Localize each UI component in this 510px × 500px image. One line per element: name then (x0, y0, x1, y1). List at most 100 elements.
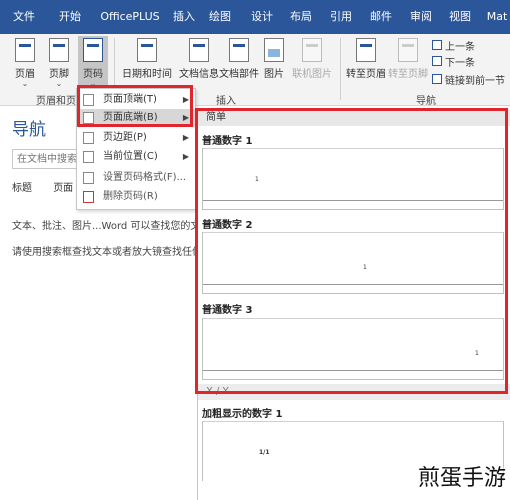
next-label: 下一条 (445, 57, 475, 69)
group-label-navigation: 导航 (416, 96, 436, 107)
tab-layout[interactable]: 布局 (284, 0, 318, 34)
nav-help-text-2: 请使用搜索框查找文本或者放大镜查找任何 (12, 247, 202, 258)
tab-design[interactable]: 设计 (246, 0, 278, 34)
page-bottom-edge (203, 284, 503, 285)
picture-button[interactable]: 图片 (262, 36, 286, 88)
menu-item-label: 页面顶端(T) (103, 94, 157, 105)
page-top-edge (203, 148, 503, 149)
header-icon (15, 38, 35, 62)
menu-item-page-margins[interactable]: 页边距(P) ▶ (77, 129, 195, 147)
nav-tab-headings[interactable]: 标题 (12, 183, 32, 194)
link-to-previous-button[interactable]: 链接到前一节 (432, 72, 505, 87)
footer-label: 页脚 (49, 69, 69, 80)
page-bottom-edge (203, 200, 503, 201)
online-picture-button[interactable]: 联机图片 (290, 36, 334, 88)
gallery-item-plain-number-3[interactable]: 1 (202, 318, 504, 380)
page-number-sample: 1/1 (259, 449, 270, 456)
ribbon-tab-bar: 文件 开始 OfficePLUS 插入 绘图 设计 布局 引用 邮件 审阅 视图… (0, 0, 510, 34)
page-top-edge (203, 232, 503, 233)
gallery-item-label: 普通数字 1 (202, 136, 253, 147)
menu-item-label: 页面底端(B) (103, 112, 158, 123)
online-picture-icon (302, 38, 322, 62)
format-page-numbers-icon (83, 172, 94, 184)
chevron-down-icon: ⌄ (21, 79, 29, 88)
menu-item-format-page-numbers[interactable]: 设置页码格式(F)... (77, 169, 195, 187)
chevron-right-icon: ▶ (182, 133, 189, 142)
previous-button[interactable]: 上一条 (432, 38, 475, 53)
next-button[interactable]: 下一条 (432, 54, 475, 69)
tab-math[interactable]: Mat (484, 0, 510, 34)
datetime-label: 日期和时间 (122, 69, 172, 80)
goto-footer-icon (398, 38, 418, 62)
menu-item-top-of-page[interactable]: 页面顶端(T) ▶ (77, 91, 195, 109)
menu-item-label: 删除页码(R) (103, 191, 158, 202)
link-to-previous-label: 链接到前一节 (445, 75, 505, 87)
quick-parts-icon (229, 38, 249, 62)
link-icon (432, 74, 442, 84)
goto-header-icon (356, 38, 376, 62)
goto-header-button[interactable]: 转至页眉 (346, 36, 386, 88)
menu-item-label: 当前位置(C) (103, 151, 158, 162)
nav-tab-pages[interactable]: 页面 (53, 183, 73, 194)
goto-header-label: 转至页眉 (346, 69, 386, 80)
gallery-section-x-of-y: X / Y (198, 384, 510, 400)
previous-label: 上一条 (445, 41, 475, 53)
page-bottom-edge (203, 370, 503, 371)
current-position-icon (83, 151, 94, 163)
document-info-icon (189, 38, 209, 62)
tab-insert[interactable]: 插入 (168, 0, 200, 34)
tab-file[interactable]: 文件 (6, 0, 42, 34)
page-number-sample: 1 (255, 176, 259, 183)
menu-item-label: 设置页码格式(F)... (103, 172, 187, 183)
previous-icon (432, 40, 442, 50)
tab-home[interactable]: 开始 (50, 0, 90, 34)
header-button[interactable]: 页眉 ⌄ (10, 36, 40, 88)
page-number-sample: 1 (363, 264, 367, 271)
quickparts-label: 文档部件 (219, 69, 259, 80)
menu-item-bottom-of-page[interactable]: 页面底端(B) ▶ (77, 109, 195, 127)
gallery-item-plain-number-2[interactable]: 1 (202, 232, 504, 294)
chevron-down-icon: ⌄ (89, 79, 97, 88)
tab-references[interactable]: 引用 (324, 0, 358, 34)
calendar-icon (137, 38, 157, 62)
chevron-right-icon: ▶ (182, 152, 189, 161)
group-label-insert: 插入 (216, 96, 236, 107)
page-top-edge (203, 421, 503, 422)
tab-review[interactable]: 审阅 (404, 0, 438, 34)
nav-help-text-1: 文本、批注、图片...Word 可以查找您的文档 (12, 221, 211, 232)
gallery-item-label: 普通数字 3 (202, 305, 253, 316)
quickparts-button[interactable]: 文档部件 (216, 36, 262, 88)
gallery-item-label: 加粗显示的数字 1 (202, 409, 283, 420)
next-icon (432, 56, 442, 66)
goto-footer-button[interactable]: 转至页脚 (388, 36, 428, 88)
online-picture-label: 联机图片 (292, 69, 332, 80)
page-number-gallery: 简单 普通数字 1 1 普通数字 2 1 普通数字 3 1 X / Y 加粗显示… (197, 108, 510, 500)
tab-mailings[interactable]: 邮件 (364, 0, 398, 34)
picture-label: 图片 (264, 69, 284, 80)
gallery-item-label: 普通数字 2 (202, 220, 253, 231)
datetime-button[interactable]: 日期和时间 (120, 36, 174, 88)
gallery-section-simple: 简单 (198, 110, 510, 126)
group-separator (340, 38, 341, 100)
tab-officeplus[interactable]: OfficePLUS (94, 0, 166, 34)
menu-item-current-position[interactable]: 当前位置(C) ▶ (77, 148, 195, 166)
page-margins-icon (83, 132, 94, 144)
footer-button[interactable]: 页脚 ⌄ (44, 36, 74, 88)
bottom-of-page-icon (83, 112, 94, 124)
chevron-right-icon: ▶ (182, 95, 189, 104)
page-top-edge (203, 318, 503, 319)
goto-footer-label: 转至页脚 (388, 69, 428, 80)
menu-item-remove-page-numbers[interactable]: 删除页码(R) (77, 188, 195, 206)
chevron-right-icon: ▶ (182, 113, 189, 122)
page-number-icon (83, 38, 103, 62)
footer-icon (49, 38, 69, 62)
picture-icon (264, 38, 284, 62)
chevron-down-icon: ⌄ (55, 79, 63, 88)
top-of-page-icon (83, 94, 94, 106)
tab-draw[interactable]: 绘图 (204, 0, 236, 34)
page-number-label: 页码 (83, 69, 103, 80)
tab-view[interactable]: 视图 (444, 0, 476, 34)
page-number-button[interactable]: 页码 ⌄ (78, 36, 108, 88)
gallery-item-plain-number-1[interactable]: 1 (202, 148, 504, 210)
menu-item-label: 页边距(P) (103, 132, 147, 143)
